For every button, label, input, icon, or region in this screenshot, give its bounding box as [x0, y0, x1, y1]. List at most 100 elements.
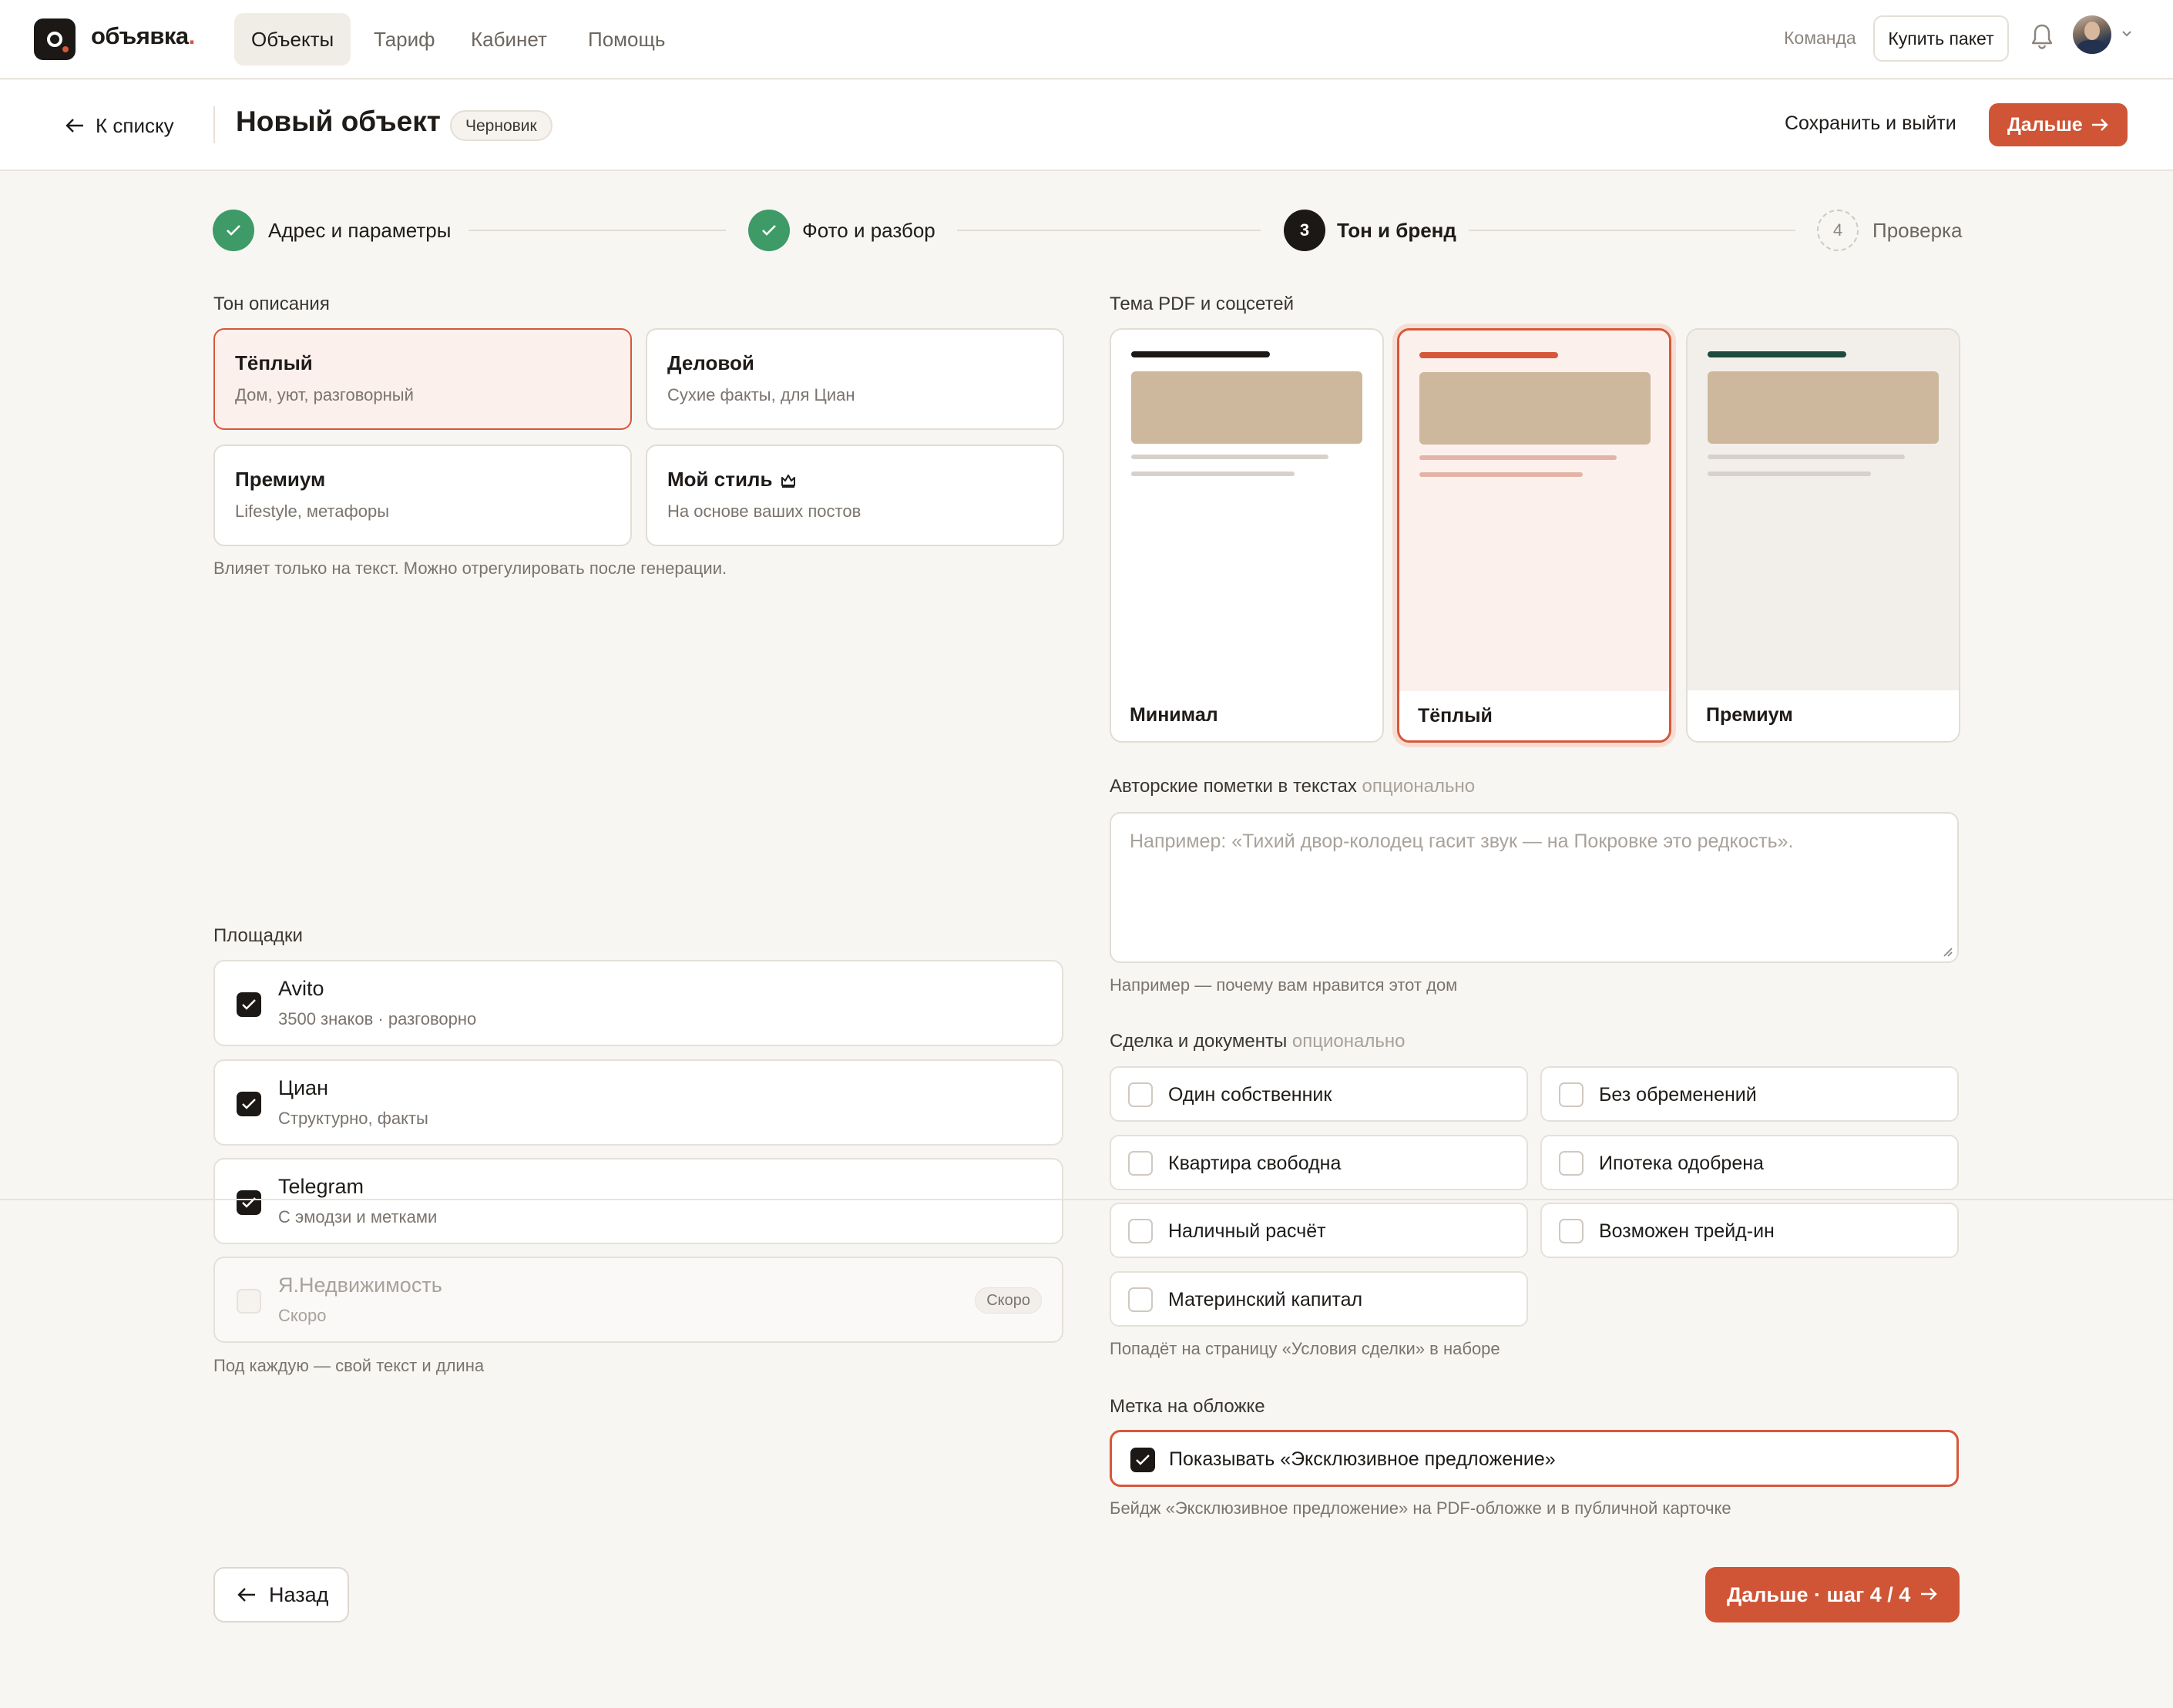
check-icon: [242, 999, 256, 1010]
bell-icon[interactable]: [2030, 22, 2054, 52]
step-4-number: 4: [1817, 210, 1859, 251]
deal-hint: Попадёт на страницу «Условия сделки» в н…: [1110, 1339, 1500, 1358]
checkbox-checked[interactable]: [1130, 1448, 1155, 1472]
step-4-label: Проверка: [1872, 219, 1963, 242]
tone-option-my-style[interactable]: Мой стиль На основе ваших постов: [646, 445, 1064, 546]
tone-option-premium[interactable]: Премиум Lifestyle, метафоры: [213, 445, 632, 546]
platform-yandex-realty: Я.Недвижимость Скоро Скоро: [213, 1257, 1063, 1343]
back-to-list-link[interactable]: К списку: [65, 109, 174, 143]
platform-name: Avito: [278, 977, 324, 1000]
platform-avito[interactable]: Avito 3500 знаков · разговорно: [213, 960, 1063, 1046]
checkbox[interactable]: [1559, 1082, 1584, 1107]
deal-maternity-capital[interactable]: Материнский капитал: [1110, 1271, 1528, 1327]
theme-option-premium[interactable]: Премиум: [1686, 328, 1960, 743]
platform-name: Я.Недвижимость: [278, 1273, 442, 1297]
arrow-right-icon: [1921, 1588, 1937, 1600]
notes-label: Авторские пометки в текстах опционально: [1110, 776, 1475, 797]
buy-package-button[interactable]: Купить пакет: [1873, 15, 2009, 62]
team-link[interactable]: Команда: [1784, 28, 1856, 49]
theme-preview: [1688, 330, 1959, 690]
theme-option-warm[interactable]: Тёплый: [1397, 328, 1671, 743]
deal-label: Материнский капитал: [1168, 1289, 1363, 1310]
optional-tag: опционально: [1362, 776, 1476, 797]
checkbox[interactable]: [1559, 1219, 1584, 1243]
divider-line: [0, 1199, 2173, 1200]
next-button-top[interactable]: Дальше: [1989, 103, 2128, 146]
deal-label: Наличный расчёт: [1168, 1220, 1326, 1242]
resize-grip-icon[interactable]: [1942, 946, 1953, 957]
status-badge: Черновик: [450, 110, 552, 141]
nav-objects[interactable]: Объекты: [234, 13, 351, 65]
save-and-exit-button[interactable]: Сохранить и выйти: [1785, 112, 1956, 135]
check-icon: [242, 1197, 256, 1208]
deal-single-owner[interactable]: Один собственник: [1110, 1066, 1528, 1122]
checkbox[interactable]: [1128, 1082, 1153, 1107]
checkbox-checked[interactable]: [237, 1092, 261, 1116]
checkbox-disabled: [237, 1289, 261, 1314]
checkbox[interactable]: [1128, 1287, 1153, 1312]
exclusive-offer-option[interactable]: Показывать «Эксклюзивное предложение»: [1110, 1430, 1959, 1487]
checkbox-checked[interactable]: [237, 992, 261, 1017]
deal-no-encumbrance[interactable]: Без обременений: [1540, 1066, 1959, 1122]
step-3-label: Тон и бренд: [1337, 219, 1456, 242]
notes-textarea[interactable]: Например: «Тихий двор-колодец гасит звук…: [1110, 812, 1959, 963]
checkbox[interactable]: [1128, 1151, 1153, 1176]
theme-option-minimal[interactable]: Минимал: [1110, 328, 1384, 743]
back-button[interactable]: Назад: [213, 1567, 349, 1622]
next-step-label: Дальше · шаг 4 / 4: [1727, 1583, 1911, 1606]
theme-name: Тёплый: [1418, 705, 1493, 726]
platform-cian[interactable]: Циан Структурно, факты: [213, 1059, 1063, 1146]
checkbox[interactable]: [1559, 1151, 1584, 1176]
tone-title: Мой стиль: [667, 468, 773, 491]
step-2-label[interactable]: Фото и разбор: [802, 219, 935, 243]
platform-telegram[interactable]: Telegram С эмодзи и метками: [213, 1158, 1063, 1244]
step-1-label[interactable]: Адрес и параметры: [268, 219, 451, 243]
notes-placeholder: Например: «Тихий двор-колодец гасит звук…: [1130, 831, 1794, 852]
platform-name: Циан: [278, 1076, 328, 1099]
step-2-done-icon: [748, 210, 790, 251]
arrow-left-icon: [237, 1588, 255, 1602]
nav-tariff[interactable]: Тариф: [357, 13, 452, 65]
cover-hint: Бейдж «Эксклюзивное предложение» на PDF-…: [1110, 1498, 1731, 1518]
platforms-hint: Под каждую — свой текст и длина: [213, 1356, 485, 1375]
theme-section-label: Тема PDF и соцсетей: [1110, 294, 1295, 314]
tone-title: Тёплый: [235, 351, 313, 374]
tone-subtitle: Lifestyle, метафоры: [235, 502, 390, 521]
tone-subtitle: На основе ваших постов: [667, 502, 861, 521]
tone-title: Деловой: [667, 351, 754, 374]
deal-label: Без обременений: [1599, 1084, 1757, 1106]
check-icon: [242, 1099, 256, 1109]
platform-desc: 3500 знаков · разговорно: [278, 1009, 477, 1028]
logo-icon[interactable]: [34, 18, 76, 60]
checkbox-checked[interactable]: [237, 1190, 261, 1215]
platform-desc: С эмодзи и метками: [278, 1207, 438, 1226]
deal-mortgage-approved[interactable]: Ипотека одобрена: [1540, 1135, 1959, 1190]
back-to-list-label: К списку: [96, 114, 174, 137]
nav-cabinet[interactable]: Кабинет: [454, 13, 564, 65]
avatar[interactable]: [2073, 15, 2111, 54]
step-3-number: 3: [1284, 210, 1325, 251]
brand-name[interactable]: объявка.: [91, 22, 195, 50]
tone-option-business[interactable]: Деловой Сухие факты, для Циан: [646, 328, 1064, 430]
check-icon: [227, 225, 240, 236]
deal-trade-in[interactable]: Возможен трейд-ин: [1540, 1203, 1959, 1258]
coming-soon-badge: Скоро: [975, 1287, 1042, 1314]
crown-icon: [781, 475, 796, 488]
deal-label: Ипотека одобрена: [1599, 1153, 1764, 1174]
theme-name: Премиум: [1706, 704, 1793, 726]
platform-name: Telegram: [278, 1175, 364, 1198]
next-step-button[interactable]: Дальше · шаг 4 / 4: [1705, 1567, 1960, 1622]
platforms-section-label: Площадки: [213, 925, 303, 946]
step-connector: [957, 230, 1261, 231]
deal-cash-payment[interactable]: Наличный расчёт: [1110, 1203, 1528, 1258]
tone-option-warm[interactable]: Тёплый Дом, уют, разговорный: [213, 328, 632, 430]
platform-desc: Скоро: [278, 1306, 327, 1325]
chevron-down-icon[interactable]: [2121, 28, 2133, 40]
checkbox[interactable]: [1128, 1219, 1153, 1243]
nav-help[interactable]: Помощь: [571, 13, 682, 65]
deal-apartment-free[interactable]: Квартира свободна: [1110, 1135, 1528, 1190]
divider: [213, 106, 215, 143]
step-connector: [1469, 230, 1795, 231]
deal-label-text: Сделка и документы: [1110, 1031, 1288, 1052]
platform-desc: Структурно, факты: [278, 1109, 428, 1128]
